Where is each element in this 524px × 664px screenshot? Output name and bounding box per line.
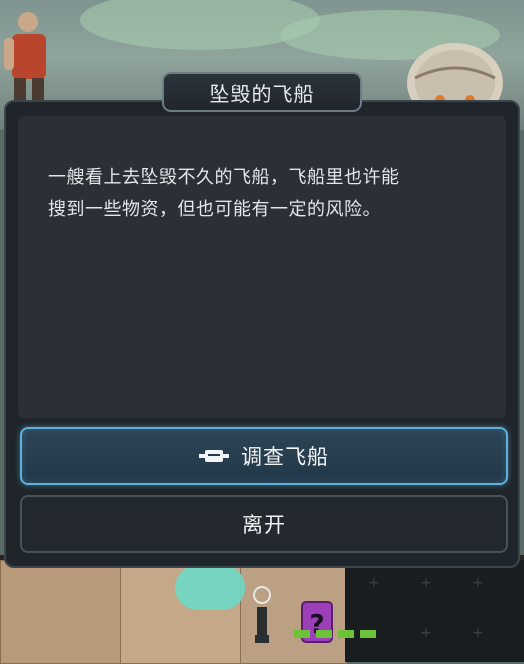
leave-button[interactable]: 离开 <box>20 495 508 553</box>
dialog-body: 一艘看上去坠毁不久的飞船，飞船里也许能 搜到一些物资，但也可能有一定的风险。 <box>18 116 506 418</box>
path-marker <box>294 630 376 638</box>
dialog-title-tab: 坠毁的飞船 <box>162 72 362 112</box>
description-line: 一艘看上去坠毁不久的飞船，飞船里也许能 <box>48 167 400 188</box>
grid-marker-icon: + <box>472 625 484 641</box>
grid-marker-icon: + <box>368 575 380 591</box>
event-dialog: 一艘看上去坠毁不久的飞船，飞船里也许能 搜到一些物资，但也可能有一定的风险。 调… <box>4 100 520 568</box>
investigate-ship-button[interactable]: 调查飞船 <box>20 427 508 485</box>
player-unit-icon <box>253 586 271 643</box>
ship-icon <box>199 450 229 462</box>
character-portrait <box>4 12 46 102</box>
dialog-title: 坠毁的飞船 <box>209 81 315 106</box>
dialog-description: 一艘看上去坠毁不久的飞船，飞船里也许能 搜到一些物资，但也可能有一定的风险。 <box>48 162 488 226</box>
investigate-ship-label: 调查飞船 <box>241 445 329 469</box>
map-tile <box>0 560 122 664</box>
map-water <box>175 565 245 610</box>
leave-label: 离开 <box>242 513 286 537</box>
grid-marker-icon: + <box>420 625 432 641</box>
grid-marker-icon: + <box>472 575 484 591</box>
grid-marker-icon: + <box>420 575 432 591</box>
description-line: 搜到一些物资，但也可能有一定的风险。 <box>48 199 381 220</box>
